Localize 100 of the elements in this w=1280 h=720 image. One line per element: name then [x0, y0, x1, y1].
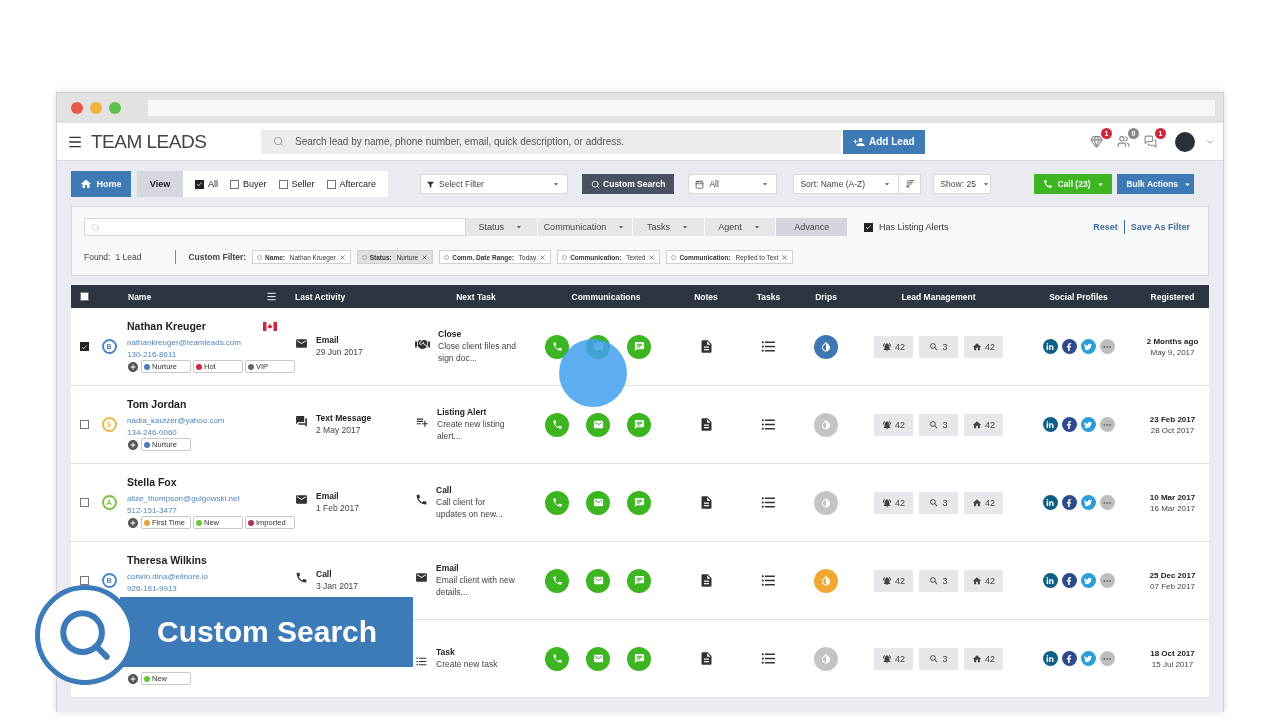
- email-button[interactable]: [586, 490, 610, 515]
- alerts-count-button[interactable]: 42: [874, 335, 913, 358]
- tasks-icon[interactable]: [760, 650, 777, 667]
- view-tab[interactable]: View: [137, 171, 183, 197]
- lead-phone[interactable]: 926-181-9913: [127, 584, 177, 593]
- lead-phone[interactable]: 130-216-8611: [127, 350, 177, 359]
- filter-tab[interactable]: Tasks: [633, 218, 705, 236]
- checkbox[interactable]: [79, 292, 89, 301]
- facebook-icon[interactable]: [1061, 573, 1077, 588]
- checkbox[interactable]: [79, 498, 89, 507]
- filter-dropdown[interactable]: Select Filter: [420, 174, 569, 194]
- chat-icon[interactable]: [1144, 135, 1157, 148]
- close-dot[interactable]: [71, 102, 83, 114]
- email-button[interactable]: [586, 412, 610, 437]
- search-field[interactable]: Search lead by name, phone number, email, quick description, or address.: [261, 129, 841, 154]
- email-button[interactable]: [586, 646, 610, 671]
- linkedin-icon[interactable]: [1042, 651, 1058, 666]
- diamond-icon[interactable]: [1090, 135, 1103, 148]
- checkbox[interactable]: [278, 179, 288, 189]
- bulk-actions-button[interactable]: Bulk Actions: [1117, 174, 1195, 194]
- checkbox[interactable]: [79, 342, 89, 351]
- lead-email[interactable]: nadia_kautzer@yahoo.com: [127, 416, 225, 425]
- checkbox[interactable]: [230, 179, 239, 189]
- activity-type: Text Message: [316, 412, 372, 423]
- facebook-icon[interactable]: [1061, 495, 1077, 510]
- home-button[interactable]: Home: [71, 171, 131, 197]
- people-icon[interactable]: [1117, 135, 1130, 148]
- date-dropdown[interactable]: All: [688, 174, 778, 194]
- reset-link[interactable]: Reset: [1093, 222, 1118, 232]
- linkedin-icon[interactable]: [1042, 417, 1058, 432]
- linkedin-icon[interactable]: [1042, 495, 1058, 510]
- lead-name[interactable]: Stella Fox: [127, 476, 177, 488]
- sms-button[interactable]: [627, 412, 651, 437]
- call-button[interactable]: [545, 334, 569, 359]
- searches-count-button[interactable]: 3: [919, 569, 958, 592]
- properties-count-button[interactable]: 42: [964, 335, 1003, 358]
- more-icon[interactable]: [1099, 573, 1115, 588]
- maximize-dot[interactable]: [109, 102, 121, 114]
- checkbox[interactable]: [326, 179, 336, 189]
- save-filter-link[interactable]: Save As Filter: [1130, 222, 1190, 232]
- lead-name[interactable]: Nathan Kreuger: [127, 320, 206, 332]
- lead-name[interactable]: Tom Jordan: [127, 398, 187, 410]
- call-button[interactable]: [545, 490, 569, 515]
- searches-count-button[interactable]: 3: [919, 335, 958, 358]
- lead-name[interactable]: Theresa Wilkins: [127, 554, 207, 566]
- filter-search-field[interactable]: [84, 218, 466, 236]
- email-button[interactable]: [586, 568, 610, 593]
- more-icon[interactable]: [1099, 417, 1115, 432]
- user-avatar[interactable]: [1175, 131, 1195, 152]
- sms-button[interactable]: [627, 646, 651, 671]
- drip-button[interactable]: [814, 334, 838, 359]
- filter-tab[interactable]: Communication: [537, 218, 634, 236]
- custom-search-button[interactable]: Custom Search: [582, 174, 675, 194]
- filter-tab[interactable]: Status: [466, 218, 538, 236]
- sms-button[interactable]: [627, 490, 651, 515]
- alerts-count-button[interactable]: 42: [874, 413, 913, 436]
- add-lead-button[interactable]: Add Lead: [843, 129, 925, 154]
- searches-count-button[interactable]: 3: [919, 413, 958, 436]
- facebook-icon[interactable]: [1061, 417, 1077, 432]
- tasks-icon[interactable]: [760, 338, 777, 355]
- minimize-dot[interactable]: [90, 102, 102, 114]
- checkbox[interactable]: [79, 420, 89, 429]
- more-icon[interactable]: [1099, 495, 1115, 510]
- call-button[interactable]: [545, 568, 569, 593]
- alerts-count-button[interactable]: 42: [874, 569, 913, 592]
- home-icon: [972, 419, 982, 430]
- alerts-count-button[interactable]: 42: [874, 491, 913, 514]
- properties-count-button[interactable]: 42: [964, 491, 1003, 514]
- sms-button[interactable]: [627, 568, 651, 593]
- sort-order-button[interactable]: [899, 174, 922, 194]
- linkedin-icon[interactable]: [1042, 573, 1058, 588]
- tasks-icon[interactable]: [760, 494, 777, 511]
- facebook-icon[interactable]: [1061, 339, 1077, 354]
- filter-tab[interactable]: Agent: [704, 218, 777, 236]
- more-icon[interactable]: [1099, 651, 1115, 666]
- call-button[interactable]: [545, 412, 569, 437]
- lead-email[interactable]: corwin.dina@elinore.io: [127, 572, 209, 581]
- more-icon[interactable]: [1099, 339, 1115, 354]
- searches-count-button[interactable]: 3: [919, 647, 958, 670]
- properties-count-button[interactable]: 42: [964, 413, 1003, 436]
- properties-count-button[interactable]: 42: [964, 647, 1003, 670]
- properties-count-button[interactable]: 42: [964, 569, 1003, 592]
- filter-tab[interactable]: Advance: [776, 218, 849, 236]
- checkbox[interactable]: [864, 222, 873, 232]
- facebook-icon[interactable]: [1061, 651, 1077, 666]
- sort-dropdown[interactable]: Sort: Name (A-Z): [793, 174, 900, 194]
- alerts-count-button[interactable]: 42: [874, 647, 913, 670]
- tasks-icon[interactable]: [760, 416, 777, 433]
- tasks-icon[interactable]: [760, 572, 777, 589]
- searches-count-button[interactable]: 3: [919, 491, 958, 514]
- checkbox[interactable]: [79, 576, 89, 585]
- lead-phone[interactable]: 512-151-3477: [127, 506, 177, 515]
- lead-phone[interactable]: 134-246-0060: [127, 428, 177, 437]
- show-dropdown[interactable]: Show: 25: [933, 174, 992, 194]
- sms-button[interactable]: [627, 334, 651, 359]
- lead-email[interactable]: nathankreuger@teamleads.com: [127, 338, 241, 347]
- lead-email[interactable]: alize_thompson@gulgowski.net: [127, 494, 240, 503]
- call-button[interactable]: [545, 646, 569, 671]
- checkbox[interactable]: [195, 179, 204, 189]
- linkedin-icon[interactable]: [1042, 339, 1058, 354]
